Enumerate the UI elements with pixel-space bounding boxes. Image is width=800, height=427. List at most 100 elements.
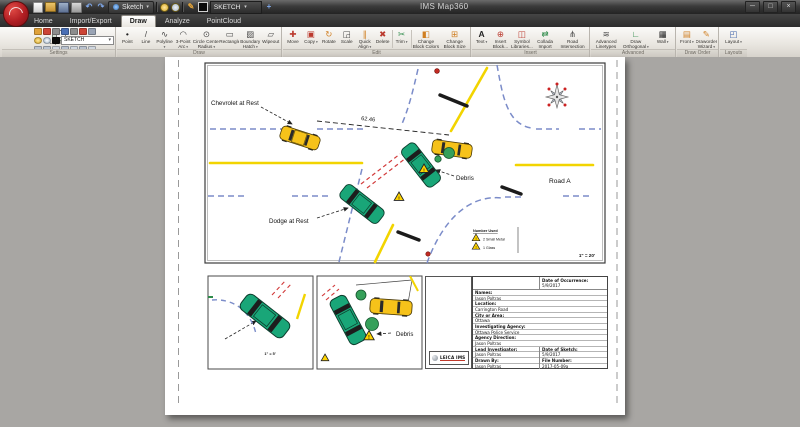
layer-tool-icon[interactable] bbox=[88, 28, 96, 35]
gear-icon bbox=[113, 4, 119, 10]
pencil-icon[interactable]: ✎ bbox=[186, 2, 196, 12]
ribbon-button-line[interactable]: /Line bbox=[137, 28, 156, 50]
ribbon-button-symbol-libraries[interactable]: ◫Symbol Libraries... bbox=[511, 28, 533, 50]
svg-text:!: ! bbox=[475, 237, 476, 241]
ribbon-button-rectangle[interactable]: ▭Rectangle bbox=[220, 28, 239, 50]
current-layer-combo[interactable]: SKETCH ▾ bbox=[210, 1, 262, 14]
ribbon-button-insert-block[interactable]: ⊕Insert Block... bbox=[490, 28, 511, 50]
app-logo[interactable] bbox=[3, 1, 29, 27]
layer-color-swatch[interactable] bbox=[52, 37, 60, 44]
ribbon-button-change-block-colors[interactable]: ◧Change Block Colors bbox=[412, 28, 441, 50]
dimension-line[interactable] bbox=[317, 121, 449, 135]
open-file-icon[interactable] bbox=[45, 2, 56, 12]
tire-marks[interactable] bbox=[361, 154, 406, 188]
workflow-dropdown[interactable]: Sketch ▾ bbox=[108, 1, 154, 14]
layer-tool-icon[interactable] bbox=[70, 28, 78, 35]
ribbon-button-move[interactable]: ✚Move bbox=[284, 28, 302, 50]
car-chevrolet[interactable] bbox=[278, 124, 321, 152]
leica-mark-icon bbox=[432, 355, 438, 361]
ribbon-button-boundary-hatch[interactable]: ▨Boundary Hatch bbox=[239, 28, 261, 50]
label-chevrolet[interactable]: Chevrolet at Rest bbox=[211, 100, 259, 107]
project-icon[interactable] bbox=[71, 2, 82, 13]
rectangle-icon: ▭ bbox=[226, 29, 234, 39]
group-advanced: ≋Advanced Linetypes ∟Draw Orthogonal ▦Wa… bbox=[591, 27, 676, 57]
tab-import-export[interactable]: Import/Export bbox=[62, 16, 120, 27]
date-occurrence-label: Date of Occurrence: bbox=[542, 278, 588, 283]
ribbon-button-scale[interactable]: ◲Scale bbox=[338, 28, 356, 50]
layer-tool-icon[interactable] bbox=[61, 28, 69, 35]
save-icon[interactable] bbox=[58, 2, 69, 13]
north-arrow[interactable] bbox=[544, 83, 569, 110]
layout-icon: ◰ bbox=[729, 29, 737, 39]
group-caption: Advanced bbox=[591, 49, 675, 57]
ribbon-button-collada-import[interactable]: ⇄Collada Import bbox=[533, 28, 557, 50]
inset1-scene[interactable]: Rest 1" = 5' bbox=[196, 280, 305, 356]
front-icon: ▤ bbox=[683, 29, 691, 39]
layer-tool-icon[interactable] bbox=[43, 28, 51, 35]
linetypes-icon: ≋ bbox=[603, 29, 610, 39]
trim-icon: ✂ bbox=[398, 29, 405, 39]
ribbon-button-text[interactable]: AText bbox=[473, 28, 490, 50]
ribbon-button-delete[interactable]: ✖Delete bbox=[374, 28, 392, 50]
layer-tool-icon[interactable] bbox=[79, 28, 87, 35]
ribbon-button-road-intersection-wizard[interactable]: ⋔Road Intersection Wizard bbox=[557, 28, 588, 50]
bulb-off-icon[interactable] bbox=[171, 3, 180, 12]
close-button[interactable]: × bbox=[781, 1, 796, 13]
ribbon-button-draworder-wizard[interactable]: ✎Draworder Wizard bbox=[696, 28, 717, 50]
add-icon[interactable]: + bbox=[264, 2, 274, 12]
quick-access-toolbar: ↶ ↷ Sketch ▾ ✎ SKETCH ▾ + bbox=[33, 1, 274, 13]
field-value: Jason Poltras bbox=[473, 364, 539, 370]
label-measurement[interactable]: 62.46 bbox=[361, 116, 376, 123]
paper-sheet[interactable]: ! ! Number Us bbox=[165, 57, 625, 415]
artifact-legend[interactable]: Number Used ! 2 Small Metal ! 1 Glass bbox=[472, 227, 518, 253]
current-color-swatch[interactable] bbox=[198, 2, 208, 12]
align-icon: ∥ bbox=[363, 29, 367, 39]
ribbon: Layers... SKETCH ▾ bbox=[0, 27, 800, 58]
layer-tool-icon[interactable] bbox=[52, 28, 60, 35]
maximize-button[interactable]: □ bbox=[763, 1, 778, 13]
layer-visibility-icon[interactable] bbox=[34, 37, 42, 44]
car-dodge[interactable] bbox=[338, 183, 386, 226]
redo-icon[interactable]: ↷ bbox=[96, 2, 106, 12]
tab-analyze[interactable]: Analyze bbox=[157, 16, 198, 27]
ribbon-button-change-block-size[interactable]: ⊞Change Block Size bbox=[440, 28, 469, 50]
tab-pointcloud[interactable]: PointCloud bbox=[199, 16, 249, 27]
undo-icon[interactable]: ↶ bbox=[84, 2, 94, 12]
new-file-icon[interactable] bbox=[33, 2, 43, 13]
inset2-scene[interactable]: ! Debris bbox=[321, 285, 413, 361]
label-dodge[interactable]: Dodge at Rest bbox=[269, 218, 309, 225]
ribbon-button-polyline[interactable]: ∿Polyline bbox=[155, 28, 174, 50]
ribbon-button-point[interactable]: •Point bbox=[118, 28, 137, 50]
ribbon-button-wipeout[interactable]: ▱Wipeout bbox=[261, 28, 280, 50]
ribbon-button-wall[interactable]: ▦Wall bbox=[651, 28, 674, 50]
circle-icon: ⊙ bbox=[203, 29, 210, 39]
minimize-button[interactable]: ─ bbox=[745, 1, 760, 13]
ribbon-button-circle-center-radius[interactable]: ⊙Circle Center Radius bbox=[193, 28, 221, 50]
ribbon-button-rotate[interactable]: ↻Rotate bbox=[320, 28, 338, 50]
label-debris[interactable]: Debris bbox=[456, 175, 474, 182]
ribbon-button-draw-orthogonal[interactable]: ∟Draw Orthogonal bbox=[620, 28, 651, 50]
separator bbox=[182, 2, 184, 12]
bulb-on-icon[interactable] bbox=[160, 3, 169, 12]
ribbon-button-3-point-arc[interactable]: ◠3-Point Arc bbox=[174, 28, 193, 50]
ribbon-button-layout[interactable]: ◰Layout bbox=[721, 28, 746, 50]
layer-tool-icon[interactable] bbox=[34, 28, 42, 35]
title-block[interactable]: LEICA IMS Date of Occurrence: 5/9/2017 N… bbox=[425, 276, 608, 369]
chevron-down-icon: ▾ bbox=[108, 37, 111, 44]
ribbon-button-front[interactable]: ▤Front bbox=[678, 28, 696, 50]
label-road-a[interactable]: Road A bbox=[549, 178, 571, 185]
ribbon-button-copy[interactable]: ▣Copy bbox=[302, 28, 320, 50]
ribbon-button-advanced-linetypes[interactable]: ≋Advanced Linetypes bbox=[592, 28, 620, 50]
layer-freeze-icon[interactable] bbox=[43, 37, 51, 44]
ribbon-button-trim[interactable]: ✂Trim bbox=[393, 28, 411, 50]
tab-home[interactable]: Home bbox=[26, 16, 61, 27]
group-caption: Draw bbox=[117, 49, 281, 57]
scale-icon: ◲ bbox=[343, 29, 351, 39]
tab-draw[interactable]: Draw bbox=[121, 15, 156, 27]
layer-combo[interactable]: SKETCH ▾ bbox=[61, 36, 114, 45]
line-icon: / bbox=[145, 29, 147, 39]
group-draw: •Point /Line ∿Polyline ◠3-Point Arc ⊙Cir… bbox=[117, 27, 282, 57]
polyline-icon: ∿ bbox=[161, 29, 168, 39]
group-draw-order: ▤Front ✎Draworder Wizard Draw Order bbox=[677, 27, 719, 57]
ribbon-button-quick-align[interactable]: ∥Quick Align bbox=[356, 28, 374, 50]
